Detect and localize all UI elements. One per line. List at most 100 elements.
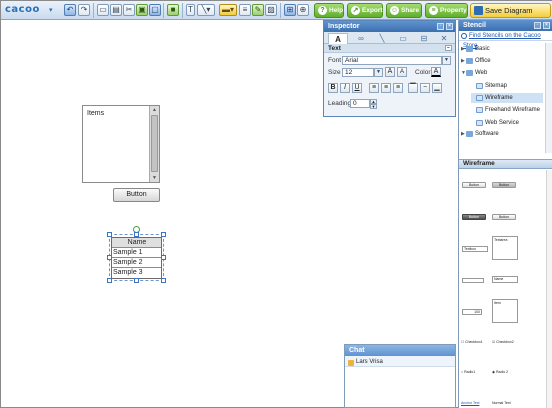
- help-button[interactable]: ? Help: [314, 3, 344, 18]
- bold-icon[interactable]: B: [328, 83, 338, 93]
- stencil-anchor-text[interactable]: Anchor Text: [461, 401, 479, 406]
- table-shape[interactable]: Name Sample 1 Sample 2 Sample 3: [111, 237, 162, 279]
- close-icon[interactable]: ×: [446, 23, 453, 30]
- listbox-scrollbar[interactable]: ▲ ▼: [149, 106, 159, 182]
- align-icon[interactable]: ⊞: [284, 4, 296, 16]
- export-button[interactable]: ↗ Export: [347, 3, 383, 18]
- paste-icon[interactable]: ▤: [110, 4, 122, 16]
- fill-color-icon[interactable]: ▬▾: [219, 4, 237, 16]
- align-left-icon[interactable]: ≡: [369, 83, 379, 93]
- stencil-radio1[interactable]: ○ Radio1: [461, 370, 475, 375]
- tab-tools-icon[interactable]: ✕: [434, 33, 454, 44]
- resize-handle[interactable]: [107, 232, 112, 237]
- font-grow-icon[interactable]: A: [385, 67, 395, 77]
- inspector-titlebar[interactable]: Inspector ▫ ×: [324, 21, 455, 32]
- tree-item-wireframe[interactable]: Wireframe: [471, 93, 543, 103]
- tree-item-sitemap[interactable]: Sitemap: [471, 81, 543, 91]
- valign-bottom-icon[interactable]: ▁: [432, 83, 442, 93]
- cut-icon[interactable]: ✂: [123, 4, 135, 16]
- zoom-icon[interactable]: ⊕: [297, 4, 309, 16]
- stencil-checkbox2[interactable]: ☑ Checkbox2: [492, 340, 514, 345]
- line-style-icon[interactable]: ≡: [239, 4, 251, 16]
- cacoo-logo[interactable]: cacoo: [5, 4, 40, 15]
- font-shrink-icon[interactable]: A: [397, 67, 407, 77]
- stencil-tree-scrollbar[interactable]: [545, 43, 552, 153]
- resize-handle[interactable]: [134, 278, 139, 283]
- resize-handle[interactable]: [107, 255, 112, 260]
- align-center-icon[interactable]: ≡: [381, 83, 391, 93]
- text-color-icon[interactable]: A: [431, 67, 441, 77]
- underline-icon[interactable]: U: [352, 83, 362, 93]
- stencil-select[interactable]: [462, 278, 484, 283]
- stencil-button-pressed[interactable]: Button: [492, 182, 516, 188]
- undo-icon[interactable]: ↶: [64, 4, 76, 16]
- button-shape[interactable]: Button: [113, 188, 160, 202]
- resize-handle[interactable]: [161, 232, 166, 237]
- collapse-icon[interactable]: −: [445, 45, 452, 51]
- resize-handle[interactable]: [161, 255, 166, 260]
- listbox-shape[interactable]: Items ▲ ▼: [82, 105, 160, 183]
- stencil-titlebar[interactable]: Stencil ▫ ×: [459, 20, 552, 31]
- save-diagram-button[interactable]: Save Diagram: [470, 3, 551, 18]
- resize-handle[interactable]: [107, 278, 112, 283]
- tab-text[interactable]: A: [328, 33, 348, 44]
- tree-item-freehand-wireframe[interactable]: Freehand Wireframe: [471, 105, 543, 115]
- pin-icon[interactable]: ▫: [437, 23, 444, 30]
- share-button[interactable]: ☺ Share: [386, 3, 422, 18]
- stencil-button-dark[interactable]: Button: [462, 214, 486, 220]
- stencil-button-alt[interactable]: Button: [492, 214, 516, 220]
- scroll-down-icon[interactable]: ▼: [152, 175, 157, 181]
- app-window: cacoo ▾ ↶ ↷ ▭ ▤ ✂ ▣ ▢ ■ T ╲▾ ▬▾ ≡ ✎ ▨ ⊞ …: [0, 0, 552, 408]
- tree-item-office[interactable]: ▶ Office: [461, 56, 541, 66]
- tree-item-software[interactable]: ▶ Software: [461, 129, 541, 139]
- size-dropdown-icon[interactable]: ▼: [374, 68, 383, 77]
- send-back-icon[interactable]: ▢: [149, 4, 161, 16]
- property-button[interactable]: ≡ Property: [425, 3, 468, 18]
- italic-icon[interactable]: I: [340, 83, 350, 93]
- find-stencils-link[interactable]: Find Stencils on the Cacoo Store: [459, 31, 552, 49]
- redo-icon[interactable]: ↷: [78, 4, 90, 16]
- tab-line-icon[interactable]: ╲: [372, 33, 392, 44]
- resize-handle[interactable]: [134, 232, 139, 237]
- pencil-icon[interactable]: ✎: [252, 4, 264, 16]
- tree-item-web-service[interactable]: Web Service: [471, 118, 543, 128]
- chat-user-item[interactable]: Lars Vrisa: [348, 359, 383, 366]
- logo-menu-caret-icon[interactable]: ▾: [49, 6, 53, 14]
- scroll-up-icon[interactable]: ▲: [152, 107, 157, 113]
- resize-handle[interactable]: [161, 278, 166, 283]
- copy-icon[interactable]: ▭: [97, 4, 109, 16]
- line-tool-icon[interactable]: ╲▾: [197, 4, 215, 16]
- tab-comment-icon[interactable]: ▭: [393, 33, 413, 44]
- close-icon[interactable]: ×: [543, 22, 550, 29]
- stencil-listbox[interactable]: Item: [492, 299, 518, 323]
- tree-item-basic[interactable]: ▶ Basic: [461, 44, 541, 54]
- pin-icon[interactable]: ▫: [534, 22, 541, 29]
- wireframe-scrollbar[interactable]: [546, 170, 552, 408]
- font-dropdown-icon[interactable]: ▼: [442, 56, 451, 65]
- stencil-radio2[interactable]: ◉ Radio 2: [492, 370, 508, 375]
- stencil-checkbox1[interactable]: ☐ Checkbox1: [461, 340, 483, 345]
- tree-item-web[interactable]: ▼ Web: [461, 68, 541, 78]
- stencil-normal-text[interactable]: Normal Text: [492, 401, 511, 406]
- stencil-button[interactable]: Button: [462, 182, 486, 188]
- size-field[interactable]: 12: [342, 68, 374, 77]
- valign-middle-icon[interactable]: −: [420, 83, 430, 93]
- scrollbar-thumb[interactable]: [151, 115, 158, 172]
- stencil-number-stepper[interactable]: 100: [462, 309, 482, 315]
- tab-link-icon[interactable]: ∞: [351, 33, 371, 44]
- chat-titlebar[interactable]: Chat: [345, 345, 455, 356]
- leading-down-icon[interactable]: ▼: [370, 104, 377, 109]
- text-tool-icon[interactable]: T: [186, 4, 195, 16]
- stencil-textarea[interactable]: Textarea: [492, 236, 518, 260]
- chat-title: Chat: [349, 347, 365, 354]
- shape-tool-icon[interactable]: ■: [167, 4, 179, 16]
- valign-top-icon[interactable]: ▔: [408, 83, 418, 93]
- stencil-name-select[interactable]: Name: [492, 276, 518, 283]
- align-right-icon[interactable]: ≡: [393, 83, 403, 93]
- stencil-textbox[interactable]: Textbox: [462, 246, 488, 252]
- tab-layout-icon[interactable]: ⊟: [414, 33, 434, 44]
- bring-front-icon[interactable]: ▣: [136, 4, 148, 16]
- font-select[interactable]: Arial: [342, 56, 442, 65]
- leading-field[interactable]: 0: [350, 99, 370, 108]
- image-icon[interactable]: ▨: [265, 4, 277, 16]
